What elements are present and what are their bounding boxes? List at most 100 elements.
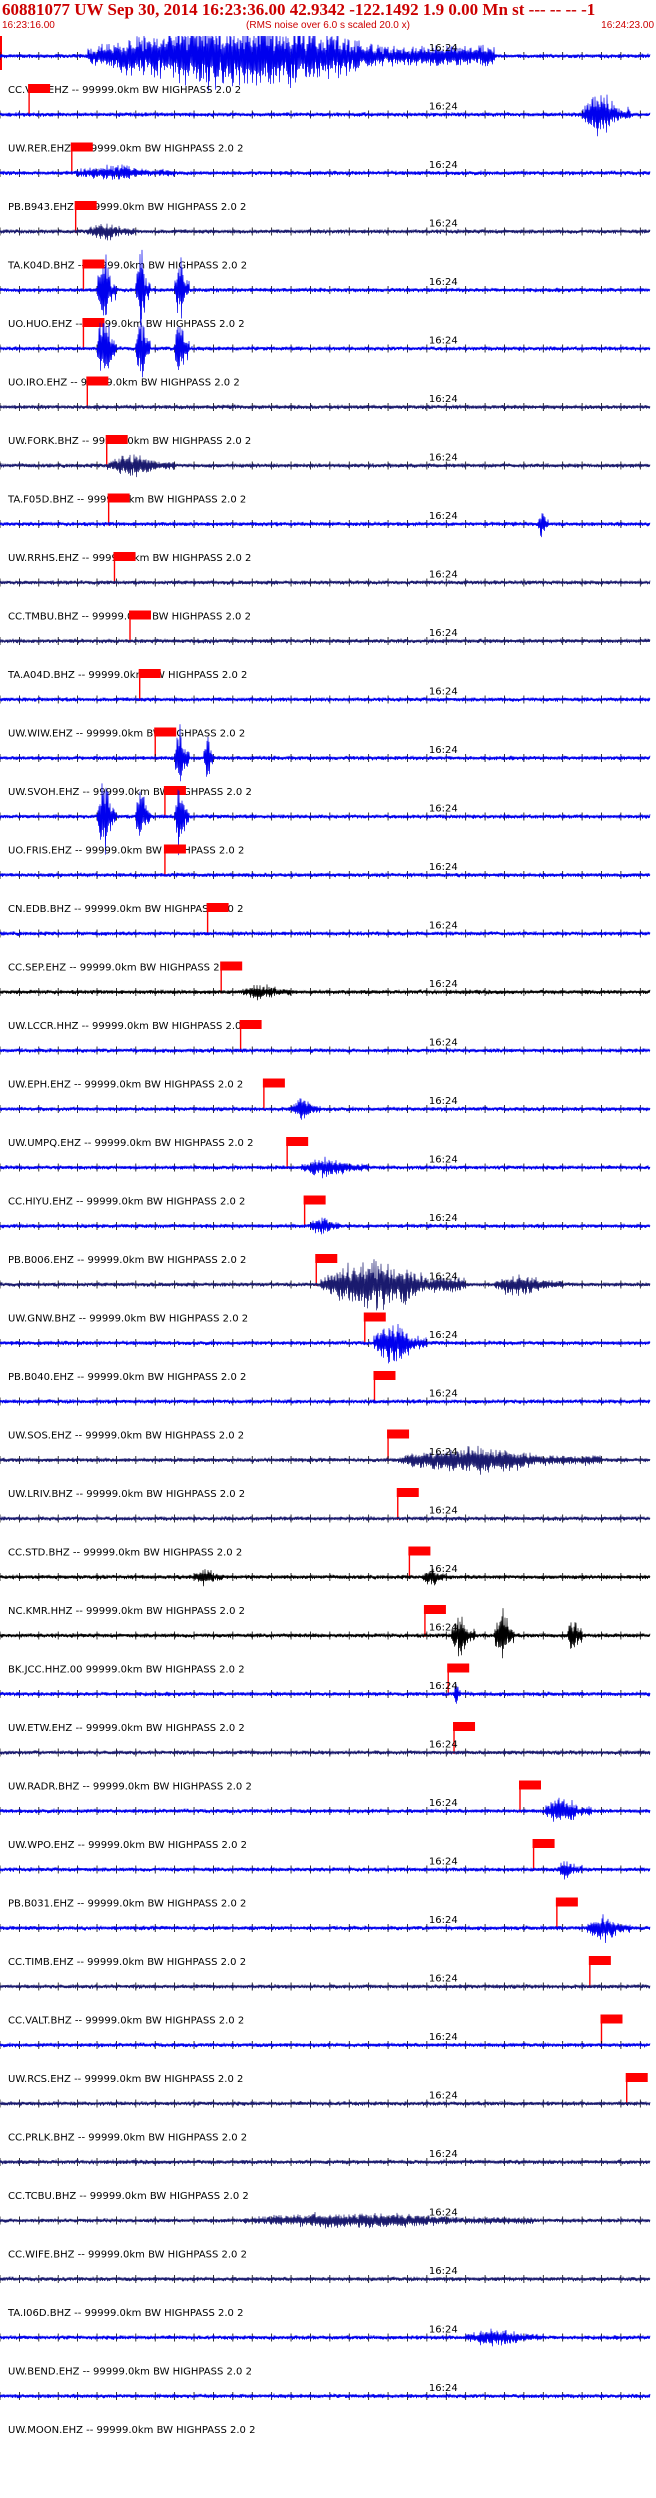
minute-label: 16:24 [429, 511, 458, 522]
plot-header: 60881077 UW Sep 30, 2014 16:23:36.00 42.… [0, 0, 656, 36]
station-label: UW.RCS.EHZ -- 99999.0km BW HIGHPASS 2.0 … [8, 2074, 243, 2085]
minute-label: 16:24 [429, 1798, 458, 1809]
trace-uw-eph-ehz: 16:24 UW.EPH.EHZ -- 99999.0km BW HIGHPASS… [0, 1038, 651, 1111]
minute-label: 16:24 [429, 1155, 458, 1166]
waveform [0, 2159, 651, 2165]
trace-cc-sep-ehz: 16:24 CC.SEP.EHZ -- 99999.0km BW HIGHPASS… [0, 921, 651, 994]
waveform [0, 1797, 651, 1822]
pick-flag [423, 1605, 446, 1614]
pick-flag [588, 1956, 611, 1965]
pick-flag [74, 201, 97, 210]
waveform [0, 513, 651, 538]
pick-flag [625, 2073, 648, 2082]
pick-flag [387, 1429, 410, 1439]
trace-pb-b040-ehz: 16:24 PB.B040.EHZ -- 99999.0km BW HIGHPAS… [0, 1323, 651, 1403]
waveform [0, 2042, 651, 2048]
minute-label: 16:24 [429, 1213, 458, 1224]
minute-label: 16:24 [429, 1564, 458, 1575]
pick-flag [363, 1312, 386, 1322]
seismogram-plot: 16:24CC.VIIZ.EHZ -- 99999.0km BW HIGHPAS… [0, 36, 651, 2436]
end-time-label: 16:24:23.00 [601, 20, 654, 31]
station-label: UW.GNW.BHZ -- 99999.0km BW HIGHPASS 2.0 … [8, 1314, 248, 1325]
trace-nc-kmr-hhz: 16:24 NC.KMR.HHZ -- 99999.0km BW HIGHPASS… [0, 1564, 651, 1637]
trace-cc-tmbu-bhz: 16:24CC.TMBU.BHZ -- 99999.0km BW HIGHPAS… [0, 570, 651, 643]
waveform [0, 1259, 651, 1311]
waveform [0, 2211, 651, 2229]
minute-label: 16:24 [429, 2032, 458, 2043]
pick-flag [28, 84, 51, 93]
minute-label: 16:24 [429, 1974, 458, 1985]
waveform [0, 872, 651, 878]
station-label: CC.TCBU.BHZ -- 99999.0km BW HIGHPASS 2.0… [8, 2191, 249, 2202]
pick-flag [138, 669, 161, 678]
station-label: UW.SVOH.EHZ -- 99999.0km BW HIGHPASS 2.0… [8, 787, 252, 798]
waveform [0, 696, 651, 702]
station-label: CC.WIFE.BHZ -- 99999.0km BW HIGHPASS 2.0… [8, 2250, 247, 2261]
pick-flag [239, 1020, 262, 1029]
trace-uw-rer-ehz: 16:24 UW.RER.EHZ -- 99999.0km BW HIGHPASS… [0, 94, 651, 175]
trace-uw-radr-bhz: 16:24 UW.RADR.BHZ -- 99999.0km BW HIGHPAS… [0, 1740, 651, 1813]
waveform [0, 223, 651, 241]
minute-label: 16:24 [429, 628, 458, 639]
station-label: PB.B040.EHZ -- 99999.0km BW HIGHPASS 2.0… [8, 1372, 246, 1383]
station-label: UO.IRO.EHZ -- 99999.0km BW HIGHPASS 2.0 … [8, 378, 240, 389]
pick-flag [129, 610, 151, 620]
minute-label: 16:24 [429, 102, 458, 113]
pick-flag [286, 1137, 309, 1146]
station-label: UW.RADR.BHZ -- 99999.0km BW HIGHPASS 2.0… [8, 1782, 252, 1793]
waveform [0, 1217, 651, 1235]
minute-label: 16:24 [429, 2325, 458, 2336]
station-label: UW.WIW.EHZ -- 99999.0km BW HIGHPASS 2.0 … [8, 729, 245, 740]
waveform [0, 1156, 651, 1179]
trace-ta-i06d-bhz: 16:24 TA.I06D.BHZ -- 99999.0km BW HIGHPAS… [0, 2266, 651, 2319]
station-label: UO.FRIS.EHZ -- 99999.0km BW HIGHPASS 2.0… [8, 846, 244, 857]
minute-label: 16:24 [429, 921, 458, 932]
minute-label: 16:24 [429, 43, 458, 54]
waveform [0, 1445, 651, 1475]
station-label: UW.EPH.EHZ -- 99999.0km BW HIGHPASS 2.0 … [8, 1080, 243, 1091]
pick-flag [453, 1722, 476, 1731]
minute-label: 16:24 [429, 862, 458, 873]
waveform [0, 1684, 651, 1704]
station-label: CC.PRLK.BHZ -- 99999.0km BW HIGHPASS 2.0… [8, 2133, 247, 2144]
minute-label: 16:24 [429, 1038, 458, 1049]
pick-flag [315, 1254, 338, 1263]
minute-label: 16:24 [429, 277, 458, 288]
station-label: UW.MOON.EHZ -- 99999.0km BW HIGHPASS 2.0… [8, 2425, 255, 2436]
pick-flag [113, 552, 136, 561]
trace-uw-moon-ehz: 16:24 UW.MOON.EHZ -- 99999.0km BW HIGHPAS… [0, 2383, 651, 2436]
trace-pb-b943-ehz: 16:24 PB.B943.EHZ -- 99999.0km BW HIGHPAS… [0, 160, 651, 233]
minute-label: 16:24 [429, 1623, 458, 1634]
pick-flag [163, 844, 186, 854]
minute-label: 16:24 [429, 394, 458, 405]
minute-label: 16:24 [429, 1915, 458, 1926]
station-label: TA.I06D.BHZ -- 99999.0km BW HIGHPASS 2.0… [7, 2308, 243, 2319]
station-label: CC.HIYU.EHZ -- 99999.0km BW HIGHPASS 2.0… [8, 1197, 245, 1208]
station-label: UW.LRIV.BHZ -- 99999.0km BW HIGHPASS 2.0… [8, 1489, 245, 1500]
station-label: UW.SOS.EHZ -- 99999.0km BW HIGHPASS 2.0 … [8, 1431, 244, 1442]
pick-flag [373, 1371, 396, 1380]
minute-label: 16:24 [429, 1506, 458, 1517]
waveform [0, 454, 651, 478]
waveform [0, 1749, 651, 1755]
trace-ta-k04d-bhz: 16:24 TA.K04D.BHZ -- 99999.0km BW HIGHPAS… [0, 219, 651, 292]
waveform [0, 931, 651, 937]
pick-flag [70, 142, 93, 152]
minute-label: 16:24 [429, 570, 458, 581]
trace-uw-lriv-bhz: 16:24 UW.LRIV.BHZ -- 99999.0km BW HIGHPAS… [0, 1445, 651, 1520]
pick-flag [555, 1897, 578, 1907]
trace-uw-fork-bhz: 16:24 UW.FORK.BHZ -- 99999.0km BW HIGHPAS… [0, 394, 651, 467]
pick-flag [206, 903, 229, 912]
trace-ta-f05d-bhz: 16:24TA.F05D.BHZ -- 99999.0km BW HIGHPAS… [0, 453, 651, 526]
trace-cc-viiz-ehz: 16:24CC.VIIZ.EHZ -- 99999.0km BW HIGHPAS… [0, 36, 651, 116]
trace-uw-wpo-ehz: 16:24 UW.WPO.EHZ -- 99999.0km BW HIGHPASS… [0, 1797, 651, 1871]
waveform [0, 1323, 651, 1364]
station-label: UO.HUO.EHZ -- 99999.0km BW HIGHPASS 2.0 … [8, 319, 245, 330]
pick-flag [82, 318, 105, 327]
minute-label: 16:24 [429, 2149, 458, 2160]
pick-flag [396, 1488, 419, 1497]
waveform [0, 94, 651, 137]
trace-uw-etw-ehz: 16:24 UW.ETW.EHZ -- 99999.0km BW HIGHPASS… [0, 1681, 651, 1754]
station-label: CC.TIMB.EHZ -- 99999.0km BW HIGHPASS 2.0… [8, 1957, 246, 1968]
pick-flag [82, 259, 105, 269]
